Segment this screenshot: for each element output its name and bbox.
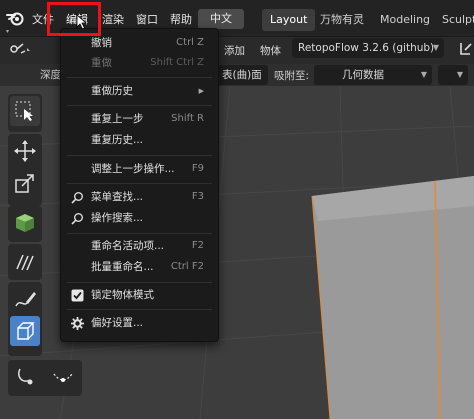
menu-divider — [67, 77, 212, 78]
menu-item-label: 操作搜索... — [91, 212, 144, 224]
menu-divider — [67, 105, 212, 106]
menu-divider — [67, 183, 212, 184]
snap-option-dropdown[interactable]: ▼ — [438, 65, 468, 85]
snap-to-label: 吸附至: — [274, 70, 310, 82]
menu-item-undo[interactable]: 撤销 Ctrl Z — [61, 33, 218, 53]
gear-icon — [71, 317, 84, 330]
menu-item-operator-search[interactable]: 操作搜索... — [61, 208, 218, 228]
depth-label: 深度 — [40, 69, 61, 81]
menu-render[interactable]: 渲染 — [102, 11, 124, 27]
menu-item-shortcut: Ctrl Z — [176, 37, 204, 48]
menu-item-preferences[interactable]: 偏好设置... — [61, 313, 218, 333]
menu-window[interactable]: 窗口 — [136, 11, 158, 27]
submenu-arrow-icon: ▶ — [198, 87, 204, 95]
active-cube-tool[interactable] — [10, 316, 40, 346]
move-arrows-icon — [14, 140, 36, 162]
stroke-lines-icon — [16, 254, 34, 271]
scale-icon — [15, 174, 34, 193]
menu-item-label: 重做历史 — [91, 85, 133, 97]
menu-item-label: 撤销 — [91, 37, 112, 49]
chevron-down-icon: ▼ — [456, 70, 463, 79]
retopoflow-dropdown[interactable]: RetopoFlow 3.2.6 (github) ▼ — [292, 38, 444, 58]
menu-item-repeat-last[interactable]: 重复上一步 Shift R — [61, 109, 218, 129]
snap-tool[interactable] — [10, 362, 40, 392]
menu-item-redo[interactable]: 重做 Shift Ctrl Z — [61, 53, 218, 73]
scale-tool[interactable] — [10, 168, 40, 198]
snap-geometry-dropdown-label: 几何数据 — [342, 69, 384, 81]
menu-item-label: 调整上一步操作... — [91, 163, 175, 175]
snap-panel-icon[interactable] — [458, 40, 474, 58]
menu-item-label: 重做 — [91, 57, 112, 69]
search-icon — [71, 213, 83, 225]
highlight-box — [47, 2, 101, 36]
menu-divider — [67, 309, 212, 310]
menu-divider — [67, 233, 212, 234]
snap-hook-icon — [18, 368, 33, 385]
selected-cube-object[interactable] — [300, 176, 474, 419]
tool-group-select — [8, 94, 42, 132]
tab-wanwu[interactable]: 万物有灵 — [312, 9, 372, 31]
blender-logo-icon[interactable] — [6, 10, 24, 26]
transform-pivot-icon[interactable] — [8, 41, 32, 57]
pencil-icon — [15, 292, 36, 307]
menu-item-label: 重命名活动项... — [91, 240, 165, 252]
menu-item-label: 重复历史... — [91, 134, 144, 146]
curve-tool[interactable] — [48, 362, 78, 392]
edit-menu-dropdown: 撤销 Ctrl Z 重做 Shift Ctrl Z 重做历史 ▶ 重复上一步 S… — [60, 28, 219, 342]
tool-group-bottom — [8, 360, 82, 396]
select-box-icon — [15, 101, 33, 121]
menu-divider — [67, 282, 212, 283]
menu-item-shortcut: Shift Ctrl Z — [150, 57, 204, 68]
menu-item-label: 锁定物体模式 — [91, 289, 154, 301]
tool-group-add — [8, 206, 42, 242]
move-tool[interactable] — [10, 136, 40, 166]
menu-item-label: 重复上一步 — [91, 113, 144, 125]
menu-item-shortcut: Shift R — [171, 113, 204, 124]
menu-item-adjust-last[interactable]: 调整上一步操作... F9 — [61, 159, 218, 179]
search-icon — [71, 192, 83, 204]
menu-item-label: 偏好设置... — [91, 317, 144, 329]
tab-modeling[interactable]: Modeling — [372, 9, 438, 31]
add-menu[interactable]: 添加 — [224, 43, 245, 58]
mouse-cursor-icon — [76, 14, 88, 30]
surface-dropdown-label: 表(曲)面 — [222, 69, 262, 81]
menu-item-shortcut: Ctrl F2 — [170, 261, 204, 272]
cube-outline-icon — [17, 322, 35, 340]
menu-item-rename-active[interactable]: 重命名活动项... F2 — [61, 236, 218, 256]
tab-layout[interactable]: Layout — [262, 9, 316, 31]
chevron-down-icon: ▼ — [432, 43, 439, 52]
menu-item-batch-rename[interactable]: 批量重命名... Ctrl F2 — [61, 257, 218, 277]
language-button[interactable]: 中文 — [198, 9, 244, 29]
chevron-down-icon: ▼ — [420, 70, 427, 79]
menu-help[interactable]: 帮助 — [170, 11, 192, 27]
menu-item-shortcut: F2 — [191, 240, 204, 251]
menu-item-repeat-history[interactable]: 重复历史... — [61, 130, 218, 150]
menu-item-shortcut: F3 — [191, 191, 204, 202]
snap-geometry-dropdown[interactable]: 几何数据 ▼ — [314, 65, 432, 85]
menu-item-label: 菜单查找... — [91, 191, 144, 203]
cube-add-icon — [16, 214, 34, 232]
checkbox-checked-icon[interactable] — [71, 289, 84, 302]
tool-group-transform — [8, 134, 42, 206]
menu-item-label: 批量重命名... — [91, 261, 154, 273]
blender-logo-arrow-icon: ▾ — [6, 28, 10, 35]
menu-divider — [67, 155, 212, 156]
tab-sculpt[interactable]: Sculpt — [434, 9, 474, 31]
stroke-tool[interactable] — [10, 246, 40, 276]
object-menu[interactable]: 物体 — [260, 43, 281, 58]
menu-item-shortcut: F9 — [191, 163, 204, 174]
annotate-tool[interactable] — [10, 284, 40, 314]
surface-dropdown[interactable]: 表(曲)面 — [216, 65, 268, 85]
menu-item-lock-object-modes[interactable]: 锁定物体模式 — [61, 285, 218, 305]
add-cube-tool[interactable] — [10, 208, 40, 238]
select-box-tool[interactable] — [10, 96, 40, 126]
retopoflow-dropdown-label: RetopoFlow 3.2.6 (github) — [298, 42, 435, 54]
curve-points-icon — [53, 373, 73, 382]
menu-item-menu-search[interactable]: 菜单查找... F3 — [61, 187, 218, 207]
tool-group-stroke — [8, 244, 42, 280]
menu-item-undo-history[interactable]: 重做历史 ▶ — [61, 81, 218, 101]
tool-group-annotate — [8, 282, 42, 356]
